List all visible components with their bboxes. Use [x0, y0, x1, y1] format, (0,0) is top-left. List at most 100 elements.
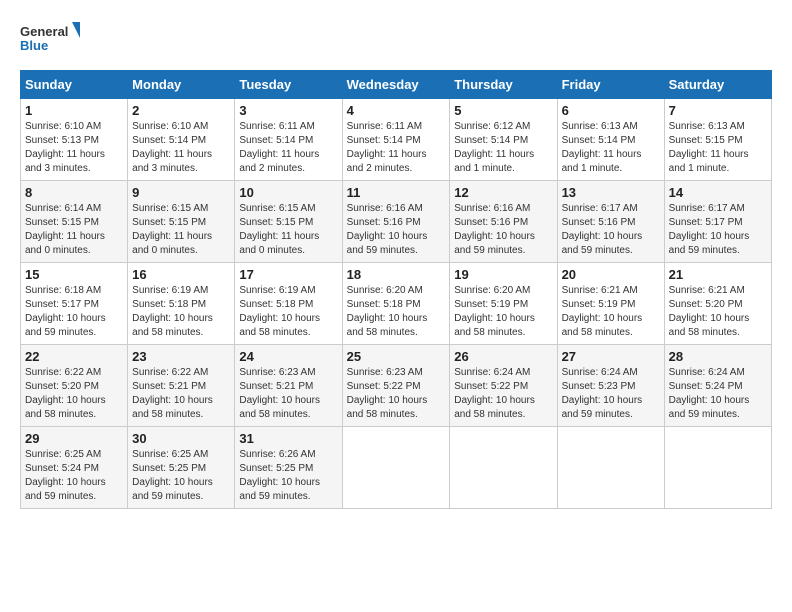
day-number: 15 [25, 267, 123, 282]
calendar-cell: 13 Sunrise: 6:17 AM Sunset: 5:16 PM Dayl… [557, 181, 664, 263]
day-info: Sunrise: 6:18 AM Sunset: 5:17 PM Dayligh… [25, 284, 123, 340]
week-row-5: 29 Sunrise: 6:25 AM Sunset: 5:24 PM Dayl… [21, 427, 772, 509]
calendar-cell: 31 Sunrise: 6:26 AM Sunset: 5:25 PM Dayl… [235, 427, 342, 509]
calendar-cell: 30 Sunrise: 6:25 AM Sunset: 5:25 PM Dayl… [128, 427, 235, 509]
day-info: Sunrise: 6:19 AM Sunset: 5:18 PM Dayligh… [132, 284, 230, 340]
day-number: 24 [239, 349, 337, 364]
header: General Blue [20, 20, 772, 60]
calendar-cell: 12 Sunrise: 6:16 AM Sunset: 5:16 PM Dayl… [450, 181, 557, 263]
calendar-cell: 7 Sunrise: 6:13 AM Sunset: 5:15 PM Dayli… [664, 99, 771, 181]
day-info: Sunrise: 6:20 AM Sunset: 5:19 PM Dayligh… [454, 284, 552, 340]
weekday-header-thursday: Thursday [450, 71, 557, 99]
calendar-cell: 2 Sunrise: 6:10 AM Sunset: 5:14 PM Dayli… [128, 99, 235, 181]
day-number: 31 [239, 431, 337, 446]
calendar-cell: 22 Sunrise: 6:22 AM Sunset: 5:20 PM Dayl… [21, 345, 128, 427]
day-info: Sunrise: 6:25 AM Sunset: 5:25 PM Dayligh… [132, 448, 230, 504]
day-info: Sunrise: 6:25 AM Sunset: 5:24 PM Dayligh… [25, 448, 123, 504]
calendar-cell: 27 Sunrise: 6:24 AM Sunset: 5:23 PM Dayl… [557, 345, 664, 427]
day-number: 6 [562, 103, 660, 118]
day-number: 21 [669, 267, 767, 282]
svg-text:Blue: Blue [20, 38, 48, 53]
day-info: Sunrise: 6:15 AM Sunset: 5:15 PM Dayligh… [239, 202, 337, 258]
day-number: 23 [132, 349, 230, 364]
week-row-3: 15 Sunrise: 6:18 AM Sunset: 5:17 PM Dayl… [21, 263, 772, 345]
day-info: Sunrise: 6:17 AM Sunset: 5:16 PM Dayligh… [562, 202, 660, 258]
day-info: Sunrise: 6:22 AM Sunset: 5:20 PM Dayligh… [25, 366, 123, 422]
day-info: Sunrise: 6:23 AM Sunset: 5:22 PM Dayligh… [347, 366, 446, 422]
day-number: 4 [347, 103, 446, 118]
day-number: 16 [132, 267, 230, 282]
day-info: Sunrise: 6:16 AM Sunset: 5:16 PM Dayligh… [347, 202, 446, 258]
week-row-2: 8 Sunrise: 6:14 AM Sunset: 5:15 PM Dayli… [21, 181, 772, 263]
day-info: Sunrise: 6:10 AM Sunset: 5:14 PM Dayligh… [132, 120, 230, 176]
logo-svg: General Blue [20, 20, 80, 60]
calendar-table: SundayMondayTuesdayWednesdayThursdayFrid… [20, 70, 772, 509]
calendar-cell: 8 Sunrise: 6:14 AM Sunset: 5:15 PM Dayli… [21, 181, 128, 263]
svg-text:General: General [20, 24, 68, 39]
day-info: Sunrise: 6:10 AM Sunset: 5:13 PM Dayligh… [25, 120, 123, 176]
day-number: 20 [562, 267, 660, 282]
day-info: Sunrise: 6:16 AM Sunset: 5:16 PM Dayligh… [454, 202, 552, 258]
calendar-cell [557, 427, 664, 509]
day-number: 19 [454, 267, 552, 282]
day-number: 5 [454, 103, 552, 118]
day-info: Sunrise: 6:17 AM Sunset: 5:17 PM Dayligh… [669, 202, 767, 258]
day-number: 10 [239, 185, 337, 200]
day-number: 2 [132, 103, 230, 118]
day-info: Sunrise: 6:21 AM Sunset: 5:19 PM Dayligh… [562, 284, 660, 340]
day-info: Sunrise: 6:22 AM Sunset: 5:21 PM Dayligh… [132, 366, 230, 422]
day-number: 29 [25, 431, 123, 446]
day-number: 28 [669, 349, 767, 364]
calendar-cell [342, 427, 450, 509]
week-row-1: 1 Sunrise: 6:10 AM Sunset: 5:13 PM Dayli… [21, 99, 772, 181]
logo: General Blue [20, 20, 80, 60]
calendar-cell: 1 Sunrise: 6:10 AM Sunset: 5:13 PM Dayli… [21, 99, 128, 181]
calendar-cell: 5 Sunrise: 6:12 AM Sunset: 5:14 PM Dayli… [450, 99, 557, 181]
calendar-cell: 14 Sunrise: 6:17 AM Sunset: 5:17 PM Dayl… [664, 181, 771, 263]
day-number: 17 [239, 267, 337, 282]
day-number: 25 [347, 349, 446, 364]
calendar-cell: 11 Sunrise: 6:16 AM Sunset: 5:16 PM Dayl… [342, 181, 450, 263]
day-number: 8 [25, 185, 123, 200]
calendar-cell: 29 Sunrise: 6:25 AM Sunset: 5:24 PM Dayl… [21, 427, 128, 509]
day-info: Sunrise: 6:15 AM Sunset: 5:15 PM Dayligh… [132, 202, 230, 258]
day-number: 11 [347, 185, 446, 200]
calendar-cell: 10 Sunrise: 6:15 AM Sunset: 5:15 PM Dayl… [235, 181, 342, 263]
weekday-header-friday: Friday [557, 71, 664, 99]
calendar-cell: 4 Sunrise: 6:11 AM Sunset: 5:14 PM Dayli… [342, 99, 450, 181]
day-info: Sunrise: 6:19 AM Sunset: 5:18 PM Dayligh… [239, 284, 337, 340]
weekday-header-saturday: Saturday [664, 71, 771, 99]
calendar-cell: 25 Sunrise: 6:23 AM Sunset: 5:22 PM Dayl… [342, 345, 450, 427]
day-number: 1 [25, 103, 123, 118]
day-number: 30 [132, 431, 230, 446]
weekday-header-sunday: Sunday [21, 71, 128, 99]
day-info: Sunrise: 6:24 AM Sunset: 5:24 PM Dayligh… [669, 366, 767, 422]
weekday-header-row: SundayMondayTuesdayWednesdayThursdayFrid… [21, 71, 772, 99]
day-number: 3 [239, 103, 337, 118]
weekday-header-monday: Monday [128, 71, 235, 99]
calendar-cell: 17 Sunrise: 6:19 AM Sunset: 5:18 PM Dayl… [235, 263, 342, 345]
day-number: 9 [132, 185, 230, 200]
calendar-cell: 19 Sunrise: 6:20 AM Sunset: 5:19 PM Dayl… [450, 263, 557, 345]
day-info: Sunrise: 6:24 AM Sunset: 5:22 PM Dayligh… [454, 366, 552, 422]
calendar-cell [664, 427, 771, 509]
day-info: Sunrise: 6:23 AM Sunset: 5:21 PM Dayligh… [239, 366, 337, 422]
day-info: Sunrise: 6:26 AM Sunset: 5:25 PM Dayligh… [239, 448, 337, 504]
day-number: 27 [562, 349, 660, 364]
day-number: 7 [669, 103, 767, 118]
calendar-cell: 21 Sunrise: 6:21 AM Sunset: 5:20 PM Dayl… [664, 263, 771, 345]
day-info: Sunrise: 6:14 AM Sunset: 5:15 PM Dayligh… [25, 202, 123, 258]
day-number: 14 [669, 185, 767, 200]
calendar-cell: 20 Sunrise: 6:21 AM Sunset: 5:19 PM Dayl… [557, 263, 664, 345]
weekday-header-tuesday: Tuesday [235, 71, 342, 99]
day-info: Sunrise: 6:13 AM Sunset: 5:14 PM Dayligh… [562, 120, 660, 176]
day-number: 22 [25, 349, 123, 364]
calendar-cell: 6 Sunrise: 6:13 AM Sunset: 5:14 PM Dayli… [557, 99, 664, 181]
calendar-cell [450, 427, 557, 509]
calendar-cell: 23 Sunrise: 6:22 AM Sunset: 5:21 PM Dayl… [128, 345, 235, 427]
calendar-cell: 9 Sunrise: 6:15 AM Sunset: 5:15 PM Dayli… [128, 181, 235, 263]
calendar-cell: 16 Sunrise: 6:19 AM Sunset: 5:18 PM Dayl… [128, 263, 235, 345]
day-info: Sunrise: 6:20 AM Sunset: 5:18 PM Dayligh… [347, 284, 446, 340]
day-info: Sunrise: 6:11 AM Sunset: 5:14 PM Dayligh… [239, 120, 337, 176]
day-info: Sunrise: 6:21 AM Sunset: 5:20 PM Dayligh… [669, 284, 767, 340]
